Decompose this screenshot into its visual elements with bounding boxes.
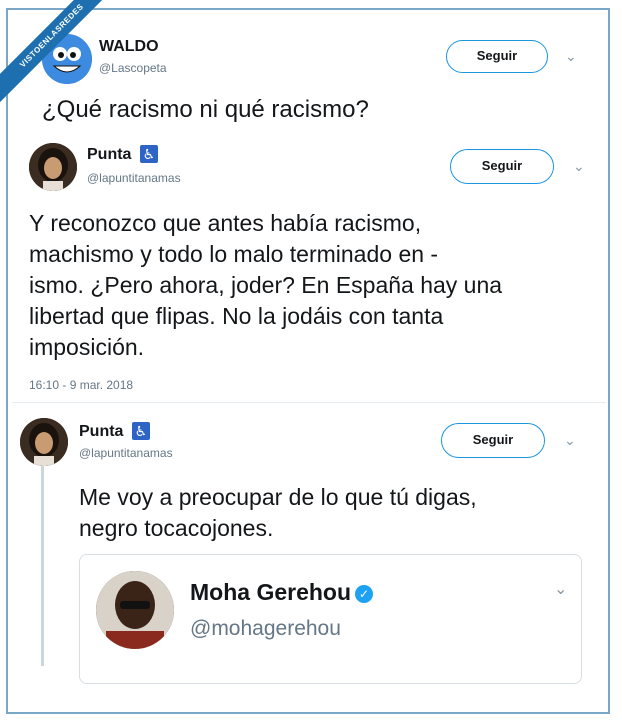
watermark-text: VISTOENLASREDES xyxy=(0,0,110,107)
tweet-main-line: imposición. xyxy=(29,334,145,360)
wheelchair-badge-icon: ♿ xyxy=(131,422,150,440)
tweet-reply-handle[interactable]: @lapuntitanamas xyxy=(79,446,173,460)
tweet-reply-line: Me voy a preocupar de lo que tú digas, xyxy=(79,484,477,510)
tweet-reply-name[interactable]: Punta xyxy=(79,423,123,440)
tweet-main-handle[interactable]: @lapuntitanamas xyxy=(87,171,181,185)
watermark: VISTOENLASREDES xyxy=(0,0,110,110)
tweet-main-name[interactable]: Punta xyxy=(87,146,131,163)
chevron-down-icon[interactable]: ⌄ xyxy=(573,158,585,175)
tweet-main-text: Y reconozco que antes había racismo, mac… xyxy=(29,208,599,363)
tweet-main-line: Y reconozco que antes había racismo, xyxy=(29,210,422,236)
quoted-name[interactable]: Moha Gerehou xyxy=(190,579,351,605)
chevron-down-icon[interactable]: ⌄ xyxy=(565,48,577,65)
tweet-main-timestamp[interactable]: 16:10 - 9 mar. 2018 xyxy=(29,378,133,392)
tweet-reply-text: Me voy a preocupar de lo que tú digas, n… xyxy=(79,482,599,544)
moha-portrait-icon xyxy=(96,571,174,649)
quoted-handle[interactable]: @mohagerehou xyxy=(190,617,341,641)
punta-portrait-icon xyxy=(29,143,77,191)
chevron-down-icon[interactable]: ⌄ xyxy=(554,579,567,599)
follow-button-punta-reply[interactable]: Seguir xyxy=(441,423,545,458)
avatar-punta[interactable] xyxy=(29,143,77,191)
divider xyxy=(12,402,606,403)
punta-portrait-icon xyxy=(20,418,68,466)
tweet-main-line: machismo y todo lo malo terminado en - xyxy=(29,241,439,267)
thread-line xyxy=(41,466,44,666)
verified-badge-icon: ✓ xyxy=(355,584,374,603)
quoted-tweet-card[interactable]: Moha Gerehou ✓ @mohagerehou ⌄ xyxy=(79,554,582,684)
tweet-main-line: ismo. ¿Pero ahora, joder? En España hay … xyxy=(29,272,503,298)
follow-button-waldo[interactable]: Seguir xyxy=(446,40,548,73)
avatar-punta-reply[interactable] xyxy=(20,418,68,466)
tweet-main-line: libertad que flipas. No la jodáis con ta… xyxy=(29,303,444,329)
wheelchair-badge-icon: ♿ xyxy=(139,145,158,163)
chevron-down-icon[interactable]: ⌄ xyxy=(564,432,576,449)
avatar-moha[interactable] xyxy=(96,571,174,649)
follow-button-punta[interactable]: Seguir xyxy=(450,149,554,184)
tweet-reply-line: negro tocacojones. xyxy=(79,515,274,541)
